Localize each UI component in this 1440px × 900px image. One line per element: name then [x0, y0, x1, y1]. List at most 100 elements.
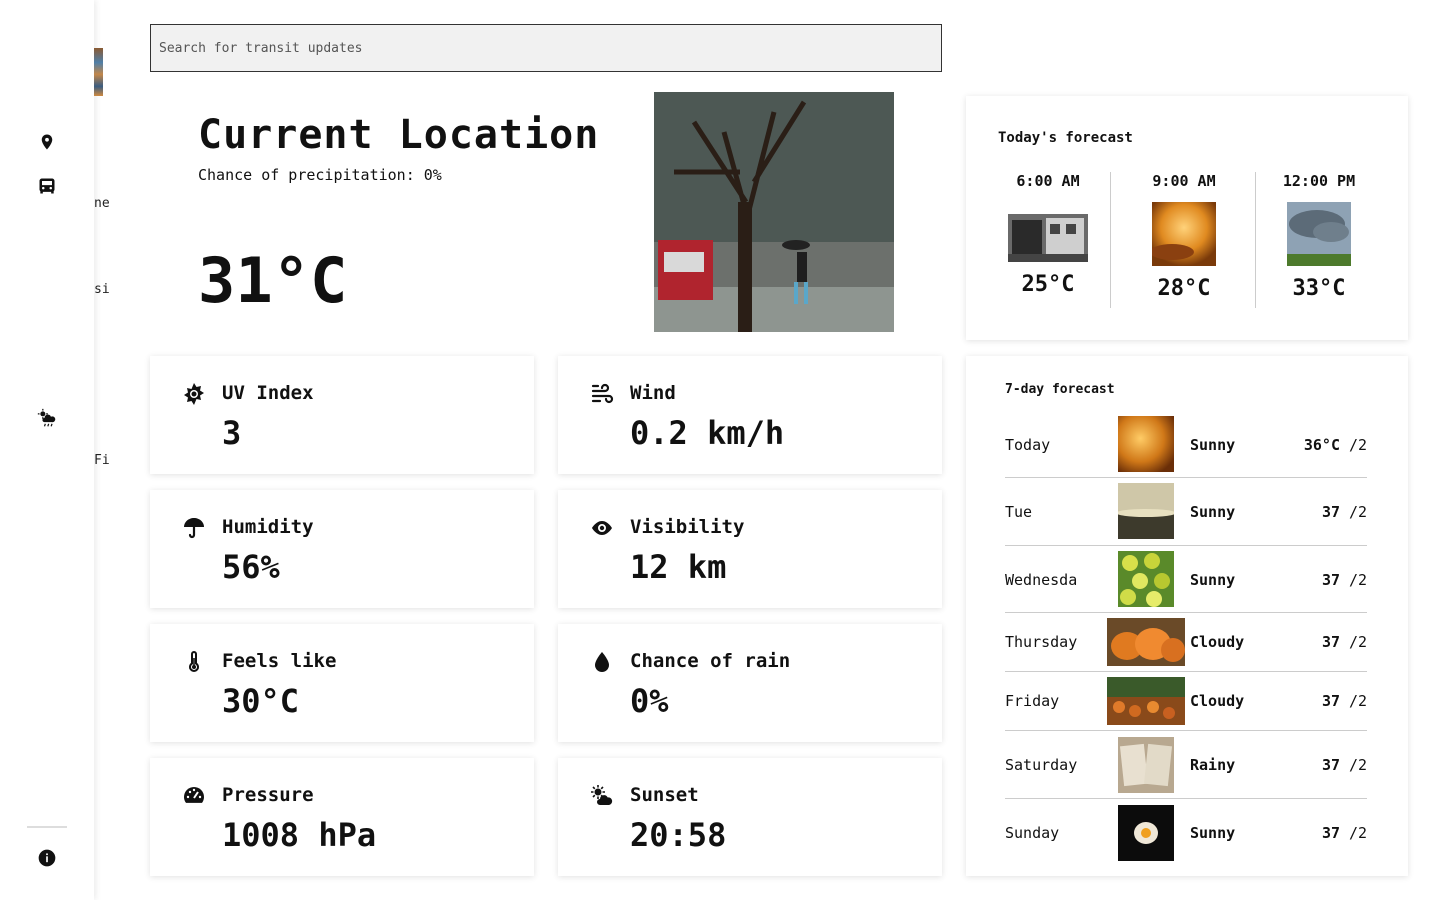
pressure-card: Pressure 1008 hPa: [150, 758, 534, 876]
uv-index-value: 3: [222, 414, 242, 452]
hour-temperature: 33°C: [1292, 276, 1346, 301]
day-name: Friday: [1005, 692, 1060, 710]
water-drop-icon: [590, 650, 614, 674]
day-weather-image: [1107, 618, 1185, 666]
hourly-forecast-item: 12:00 PM 33°C: [1251, 172, 1387, 301]
hour-weather-image: [1008, 214, 1088, 262]
day-condition: Sunny: [1190, 824, 1236, 842]
info-icon[interactable]: [37, 848, 57, 868]
day-high-temp: 37: [1321, 503, 1340, 521]
location-pin-icon[interactable]: [37, 132, 57, 152]
sunset-value: 20:58: [630, 816, 727, 854]
hour-time: 6:00 AM: [1016, 172, 1080, 190]
sidebar-divider: [27, 826, 67, 828]
hour-time: 12:00 PM: [1282, 172, 1356, 190]
umbrella-icon: [182, 516, 206, 540]
feels-like-value: 30°C: [222, 682, 300, 720]
daily-forecast-row: Wednesda Sunny 37 /2: [1005, 546, 1367, 613]
transit-icon[interactable]: [37, 176, 57, 196]
todays-forecast-title: Today's forecast: [998, 130, 1133, 146]
sun-cloud-icon: [590, 784, 614, 808]
daily-forecast-row: Thursday Cloudy 37 /2: [1005, 613, 1367, 672]
wind-label: Wind: [630, 382, 676, 404]
day-weather-image: [1118, 551, 1174, 607]
day-name: Thursday: [1005, 633, 1078, 651]
location-photo: [654, 92, 894, 332]
thermometer-icon: [182, 650, 206, 674]
wind-card: Wind 0.2 km/h: [558, 356, 942, 474]
rain-chance-label: Chance of rain: [630, 650, 791, 672]
sidebar: ne si Fi: [0, 0, 110, 900]
day-name: Wednesda: [1005, 571, 1078, 589]
wind-value: 0.2 km/h: [630, 414, 785, 452]
location-title: Current Location: [198, 112, 600, 158]
weather-icon[interactable]: [37, 408, 57, 428]
humidity-label: Humidity: [222, 516, 314, 538]
sunset-label: Sunset: [630, 784, 699, 806]
daily-forecast-row: Friday Cloudy 37 /2: [1005, 672, 1367, 731]
sidebar-thumbnail: [94, 48, 103, 96]
visibility-card: Visibility 12 km: [558, 490, 942, 608]
sidebar-label-fragment: Fi: [94, 453, 110, 468]
search-input[interactable]: [151, 25, 941, 71]
sun-icon: [182, 382, 206, 406]
day-weather-image: [1118, 483, 1174, 539]
hourly-forecast-item: 6:00 AM 25°C: [980, 172, 1116, 297]
sidebar-label-fragment: si: [94, 282, 110, 297]
day-high-temp: 36°C: [1303, 436, 1340, 454]
daily-forecast-row: Sunday Sunny 37 /2: [1005, 799, 1367, 865]
hour-time: 9:00 AM: [1152, 172, 1216, 190]
day-condition: Sunny: [1190, 571, 1236, 589]
day-name: Sunday: [1005, 824, 1060, 842]
pressure-label: Pressure: [222, 784, 314, 806]
precipitation-text: Chance of precipitation: 0%: [198, 166, 442, 184]
day-low-temp: /2: [1348, 633, 1367, 651]
day-name: Tue: [1005, 503, 1033, 521]
wind-icon: [590, 382, 614, 406]
seven-day-forecast-panel: 7-day forecast Today Sunny 36°C /2 Tue S…: [966, 356, 1408, 876]
day-high-temp: 37: [1321, 824, 1340, 842]
hour-weather-image: [1287, 202, 1351, 266]
uv-index-card: UV Index 3: [150, 356, 534, 474]
day-high-temp: 37: [1321, 633, 1340, 651]
sidebar-label-fragment: ne: [94, 196, 110, 211]
day-condition: Sunny: [1190, 503, 1236, 521]
day-low-temp: /2: [1348, 503, 1367, 521]
daily-forecast-row: Today Sunny 36°C /2: [1005, 416, 1367, 478]
daily-forecast-row: Tue Sunny 37 /2: [1005, 478, 1367, 546]
day-weather-image: [1118, 737, 1174, 793]
daily-forecast-row: Saturday Rainy 37 /2: [1005, 731, 1367, 799]
rain-chance-card: Chance of rain 0%: [558, 624, 942, 742]
day-condition: Rainy: [1190, 756, 1236, 774]
day-weather-image: [1118, 805, 1174, 861]
day-weather-image: [1118, 416, 1174, 472]
day-condition: Cloudy: [1190, 692, 1245, 710]
seven-day-forecast-title: 7-day forecast: [1005, 382, 1115, 397]
day-high-temp: 37: [1321, 756, 1340, 774]
current-temperature: 31°C: [198, 244, 348, 317]
day-weather-image: [1107, 677, 1185, 725]
visibility-label: Visibility: [630, 516, 745, 538]
hourly-forecast-item: 9:00 AM 28°C: [1116, 172, 1252, 301]
feels-like-card: Feels like 30°C: [150, 624, 534, 742]
day-low-temp: /2: [1348, 824, 1367, 842]
day-low-temp: /2: [1348, 756, 1367, 774]
day-condition: Sunny: [1190, 436, 1236, 454]
humidity-card: Humidity 56%: [150, 490, 534, 608]
search-bar[interactable]: [150, 24, 942, 72]
rain-chance-value: 0%: [630, 682, 669, 720]
hour-weather-image: [1152, 202, 1216, 266]
hour-temperature: 25°C: [1021, 272, 1075, 297]
visibility-value: 12 km: [630, 548, 727, 586]
day-name: Today: [1005, 436, 1051, 454]
column-divider: [1110, 172, 1111, 308]
feels-like-label: Feels like: [222, 650, 337, 672]
pressure-value: 1008 hPa: [222, 816, 377, 854]
humidity-value: 56%: [222, 548, 280, 586]
day-low-temp: /2: [1348, 692, 1367, 710]
day-high-temp: 37: [1321, 692, 1340, 710]
day-high-temp: 37: [1321, 571, 1340, 589]
day-low-temp: /2: [1348, 436, 1367, 454]
hour-temperature: 28°C: [1157, 276, 1211, 301]
gauge-icon: [182, 784, 206, 808]
